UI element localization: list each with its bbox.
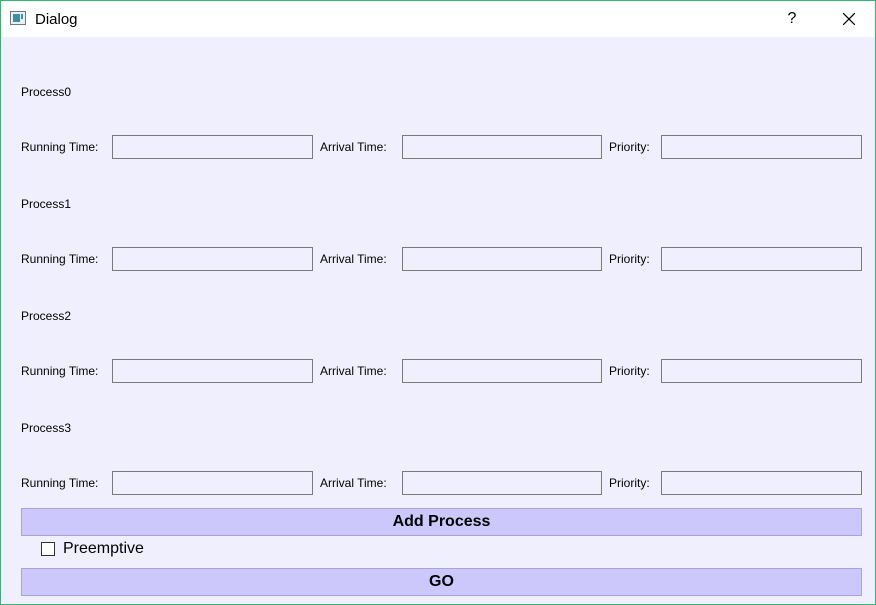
preemptive-label[interactable]: Preemptive: [63, 540, 144, 558]
running-time-label: Running Time:: [21, 476, 99, 490]
help-button[interactable]: ?: [779, 5, 805, 33]
process-2-priority-input[interactable]: [661, 359, 862, 383]
go-button[interactable]: GO: [21, 568, 862, 596]
process-2-arrival-time-input[interactable]: [402, 359, 602, 383]
process-1-priority-input[interactable]: [661, 247, 862, 271]
process-2-row: Running Time: Arrival Time: Priority:: [1, 359, 875, 383]
priority-label: Priority:: [609, 476, 650, 490]
arrival-time-label: Arrival Time:: [320, 476, 387, 490]
priority-label: Priority:: [609, 140, 650, 154]
process-1-title: Process1: [21, 197, 72, 211]
process-2-title: Process2: [21, 309, 72, 323]
app-window-icon: [10, 11, 26, 25]
preemptive-checkbox[interactable]: [41, 542, 55, 556]
process-2-running-time-input[interactable]: [112, 359, 313, 383]
arrival-time-label: Arrival Time:: [320, 364, 387, 378]
process-3-running-time-input[interactable]: [112, 471, 313, 495]
process-3-title: Process3: [21, 421, 72, 435]
running-time-label: Running Time:: [21, 252, 99, 266]
process-3-row: Running Time: Arrival Time: Priority:: [1, 471, 875, 495]
process-0-priority-input[interactable]: [661, 135, 862, 159]
dialog-window: Dialog ? Process0 Running Time: Arrival …: [0, 0, 876, 605]
process-0-title: Process0: [21, 85, 72, 99]
process-1-arrival-time-input[interactable]: [402, 247, 602, 271]
add-process-button[interactable]: Add Process: [21, 508, 862, 536]
process-0-row: Running Time: Arrival Time: Priority:: [1, 135, 875, 159]
preemptive-option[interactable]: Preemptive: [41, 539, 144, 559]
running-time-label: Running Time:: [21, 140, 99, 154]
close-button[interactable]: [831, 5, 867, 33]
process-0-running-time-input[interactable]: [112, 135, 313, 159]
arrival-time-label: Arrival Time:: [320, 252, 387, 266]
process-1-running-time-input[interactable]: [112, 247, 313, 271]
window-title: Dialog: [35, 11, 78, 28]
arrival-time-label: Arrival Time:: [320, 140, 387, 154]
process-3-arrival-time-input[interactable]: [402, 471, 602, 495]
process-0-arrival-time-input[interactable]: [402, 135, 602, 159]
running-time-label: Running Time:: [21, 364, 99, 378]
process-1-row: Running Time: Arrival Time: Priority:: [1, 247, 875, 271]
priority-label: Priority:: [609, 252, 650, 266]
title-bar: Dialog ?: [1, 1, 875, 37]
close-icon: [843, 13, 855, 25]
process-3-priority-input[interactable]: [661, 471, 862, 495]
priority-label: Priority:: [609, 364, 650, 378]
